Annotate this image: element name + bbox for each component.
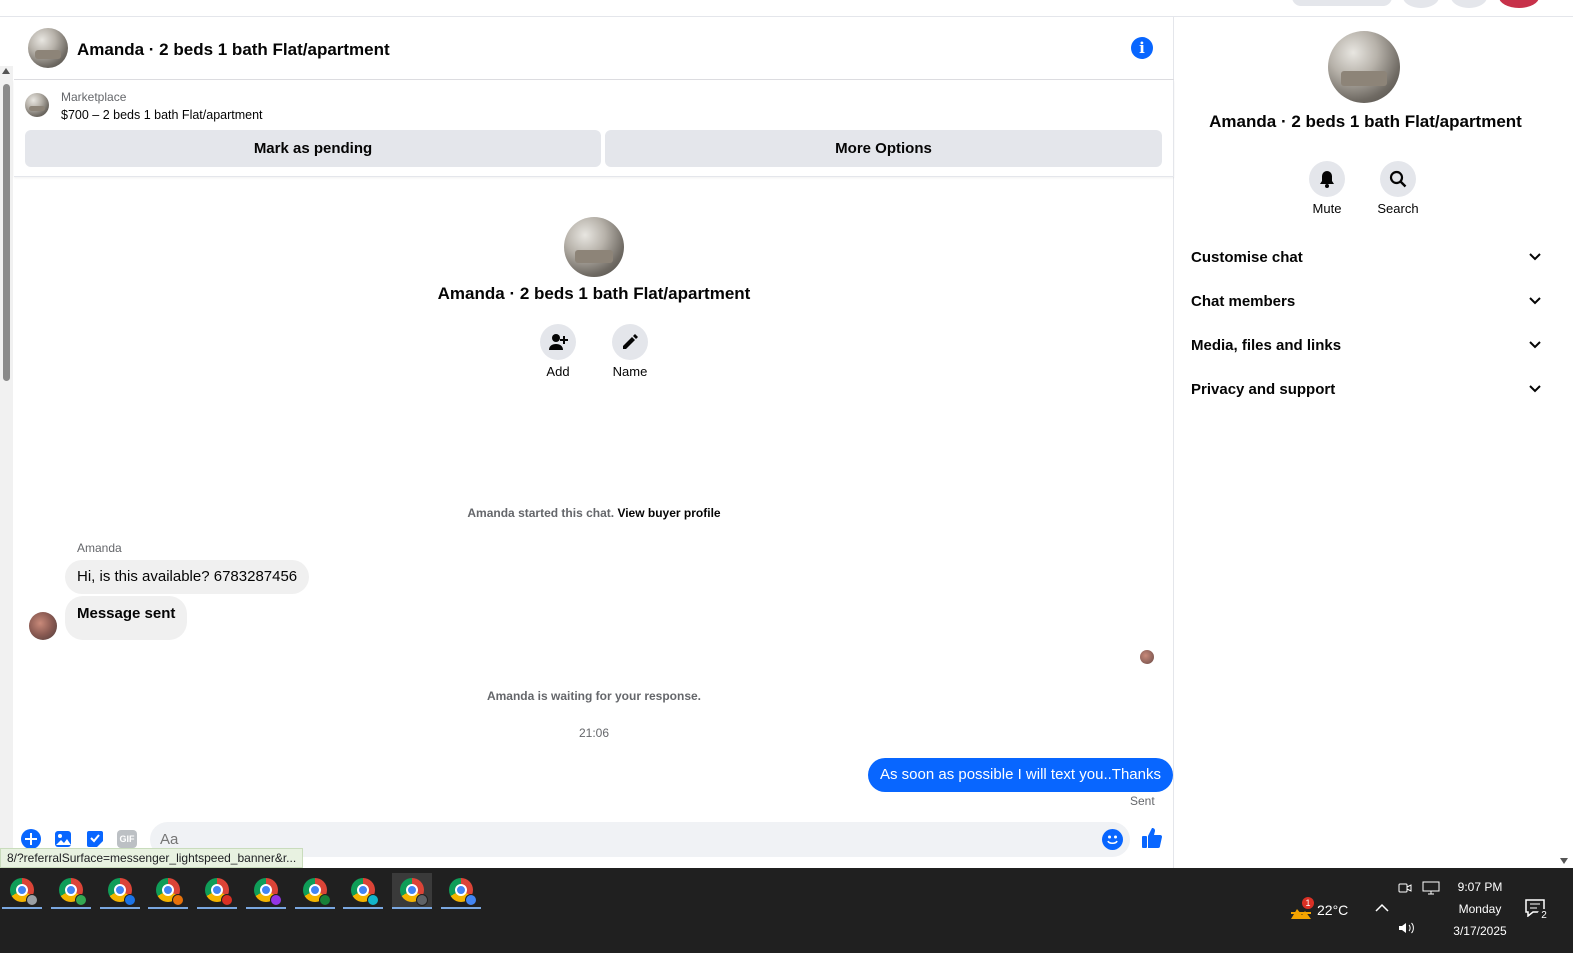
scroll-up-arrow-icon[interactable] xyxy=(2,68,10,74)
thumbs-up-icon[interactable] xyxy=(1141,827,1163,854)
section-privacy-support[interactable]: Privacy and support xyxy=(1191,375,1541,403)
chat-title[interactable]: Amanda · 2 beds 1 bath Flat/apartment xyxy=(77,40,390,60)
taskbar-chrome-app-active[interactable] xyxy=(392,873,432,909)
scroll-down-arrow-icon[interactable] xyxy=(1560,858,1568,864)
photo-icon[interactable] xyxy=(52,828,74,850)
chrome-icon xyxy=(351,878,379,906)
section-label: Media, files and links xyxy=(1191,336,1342,354)
conversation-name: Amanda · 2 beds 1 bath Flat/apartment xyxy=(437,284,751,303)
clock-time[interactable]: 9:07 PM xyxy=(1440,880,1520,894)
section-customise-chat[interactable]: Customise chat xyxy=(1191,243,1541,271)
taskbar-chrome-app[interactable] xyxy=(100,873,140,909)
chrome-icon xyxy=(400,878,428,906)
listing-title[interactable]: $700 – 2 beds 1 bath Flat/apartment xyxy=(61,108,263,122)
chrome-icon xyxy=(303,878,331,906)
clock-date[interactable]: 3/17/2025 xyxy=(1440,924,1520,938)
chrome-icon xyxy=(449,878,477,906)
section-label: Privacy and support xyxy=(1191,380,1336,398)
name-label: Name xyxy=(612,364,648,379)
sender-avatar[interactable] xyxy=(29,612,57,640)
message-timestamp: 21:06 xyxy=(578,726,610,740)
url-status-tooltip: 8/?referralSurface=messenger_lightspeed_… xyxy=(0,848,304,868)
pencil-icon xyxy=(623,334,638,349)
listing-thumbnail[interactable] xyxy=(25,93,49,117)
scrollbar-thumb[interactable] xyxy=(3,84,10,381)
sent-status: Sent xyxy=(1130,794,1155,808)
mute-label: Mute xyxy=(1312,201,1342,216)
incoming-message[interactable]: Message sent xyxy=(65,596,188,640)
notification-count: 2 xyxy=(1537,909,1551,923)
chrome-icon xyxy=(108,878,136,906)
read-receipt-avatar xyxy=(1140,650,1154,664)
taskbar-chrome-app[interactable] xyxy=(148,873,188,909)
taskbar-chrome-app[interactable] xyxy=(51,873,91,909)
info-icon[interactable]: i xyxy=(1131,37,1153,59)
chevron-down-icon xyxy=(1529,385,1541,393)
top-nav-pill[interactable] xyxy=(1292,0,1392,6)
section-label: Customise chat xyxy=(1191,248,1303,266)
bell-icon xyxy=(1320,171,1334,188)
show-hidden-icons-chevron-up-icon[interactable] xyxy=(1375,900,1389,918)
add-person-icon xyxy=(549,334,568,350)
section-chat-members[interactable]: Chat members xyxy=(1191,287,1541,315)
chrome-icon xyxy=(205,878,233,906)
add-button[interactable] xyxy=(540,324,576,360)
gif-icon[interactable]: GIF xyxy=(116,828,138,850)
chrome-icon xyxy=(10,878,38,906)
search-button[interactable] xyxy=(1380,161,1416,197)
chat-started-notice: Amanda started this chat. View buyer pro… xyxy=(14,506,1174,520)
search-icon xyxy=(1389,170,1407,188)
sender-name: Amanda xyxy=(77,541,122,555)
chrome-icon xyxy=(59,878,87,906)
taskbar-chrome-app[interactable] xyxy=(343,873,383,909)
taskbar-chrome-app[interactable] xyxy=(295,873,335,909)
temperature[interactable]: 22°C xyxy=(1317,902,1348,918)
name-button[interactable] xyxy=(612,324,648,360)
sidebar-chat-name: Amanda · 2 beds 1 bath Flat/apartment xyxy=(1209,112,1522,131)
marketplace-label: Marketplace xyxy=(61,90,127,104)
taskbar-chrome-app[interactable] xyxy=(2,873,42,909)
section-label: Chat members xyxy=(1191,292,1296,310)
notifications-icon[interactable]: 2 xyxy=(1525,899,1551,923)
weather-alert-badge: 1 xyxy=(1302,897,1314,909)
network-icon[interactable] xyxy=(1422,881,1440,900)
chrome-icon xyxy=(254,878,282,906)
sticker-icon[interactable] xyxy=(84,828,106,850)
chevron-down-icon xyxy=(1529,341,1541,349)
waiting-notice: Amanda is waiting for your response. xyxy=(486,689,702,703)
incoming-message[interactable]: Hi, is this available? 6783287456 xyxy=(65,560,310,594)
volume-icon[interactable] xyxy=(1398,921,1416,940)
clock-day[interactable]: Monday xyxy=(1440,902,1520,916)
mark-as-pending-button[interactable]: Mark as pending xyxy=(25,130,601,167)
gif-label: GIF xyxy=(117,830,137,848)
weather-icon[interactable]: 1 xyxy=(1289,897,1314,921)
more-actions-icon[interactable] xyxy=(20,828,42,850)
taskbar-chrome-app[interactable] xyxy=(246,873,286,909)
chat-scrollbar[interactable] xyxy=(0,66,13,868)
outgoing-message[interactable]: As soon as possible I will text you..Tha… xyxy=(868,758,1173,792)
chevron-down-icon xyxy=(1529,253,1541,261)
emoji-icon[interactable] xyxy=(1102,829,1123,850)
sidebar-avatar[interactable] xyxy=(1328,31,1400,103)
conversation-avatar xyxy=(564,217,624,277)
search-label: Search xyxy=(1377,201,1419,216)
chrome-icon xyxy=(156,878,184,906)
taskbar-chrome-app[interactable] xyxy=(441,873,481,909)
view-buyer-profile-link[interactable]: View buyer profile xyxy=(617,506,720,520)
meet-now-icon[interactable] xyxy=(1398,881,1412,900)
more-options-button[interactable]: More Options xyxy=(605,130,1162,167)
details-sidebar xyxy=(1175,17,1556,868)
mute-button[interactable] xyxy=(1309,161,1345,197)
add-label: Add xyxy=(546,364,570,379)
taskbar-chrome-app[interactable] xyxy=(197,873,237,909)
section-media-files-links[interactable]: Media, files and links xyxy=(1191,331,1541,359)
page-scrollbar[interactable] xyxy=(1556,17,1573,868)
chevron-down-icon xyxy=(1529,297,1541,305)
chat-avatar[interactable] xyxy=(28,28,68,68)
chat-started-text: Amanda started this chat. xyxy=(467,506,615,520)
